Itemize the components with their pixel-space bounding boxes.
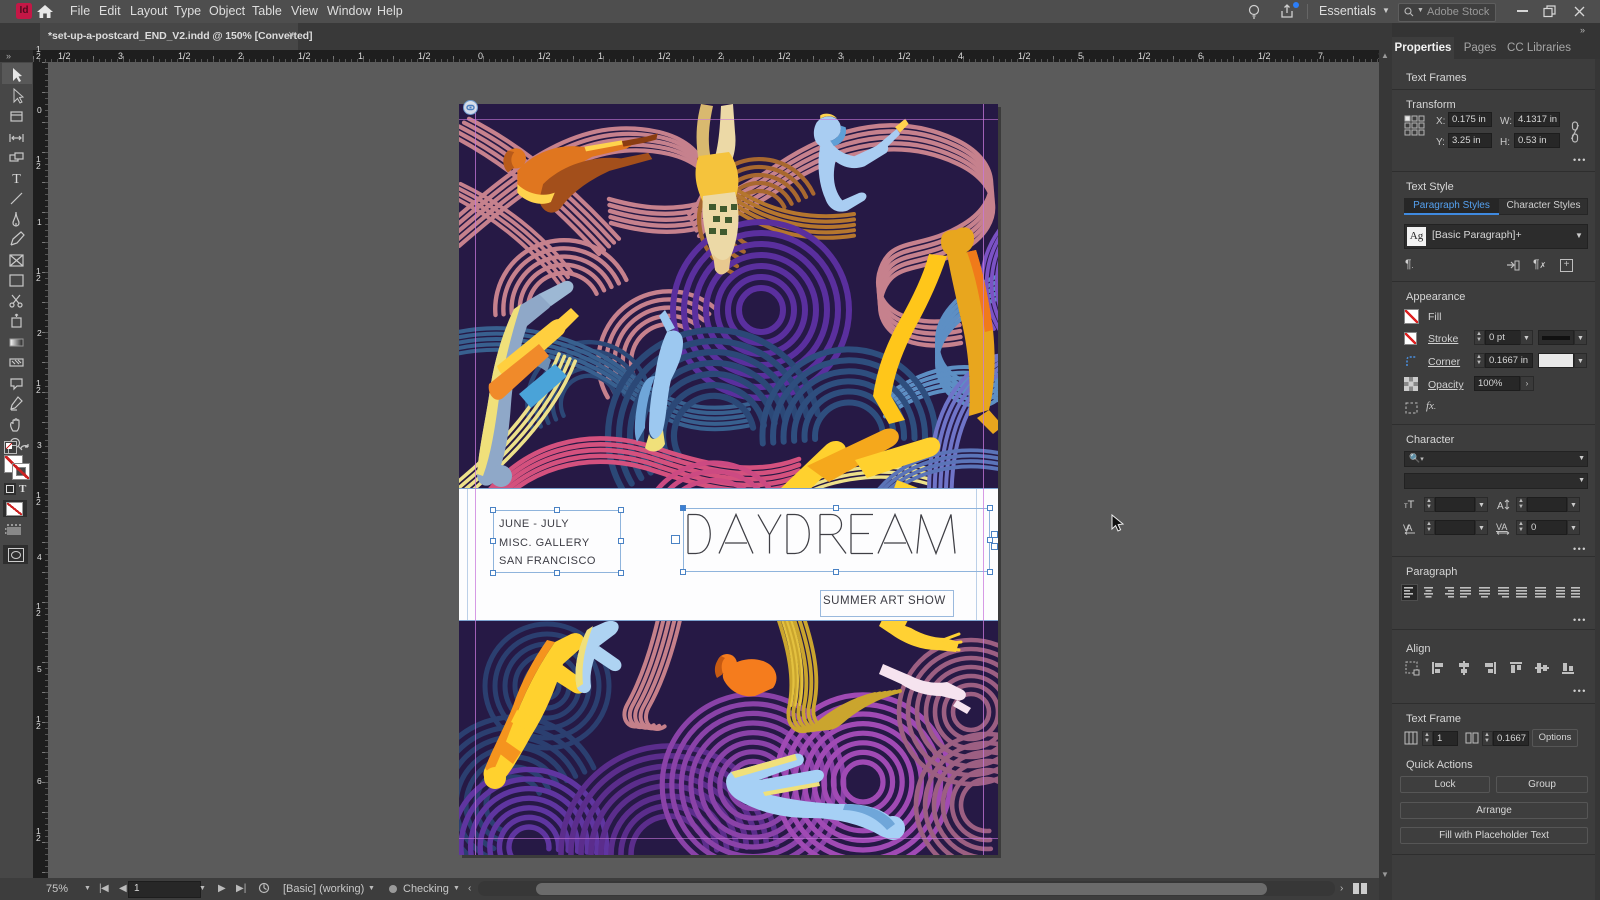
svg-text:A: A [1497, 501, 1504, 512]
svg-text:T: T [12, 172, 21, 187]
svg-text:VA: VA [1496, 522, 1507, 532]
svg-text:VA: VA [1403, 523, 1412, 533]
